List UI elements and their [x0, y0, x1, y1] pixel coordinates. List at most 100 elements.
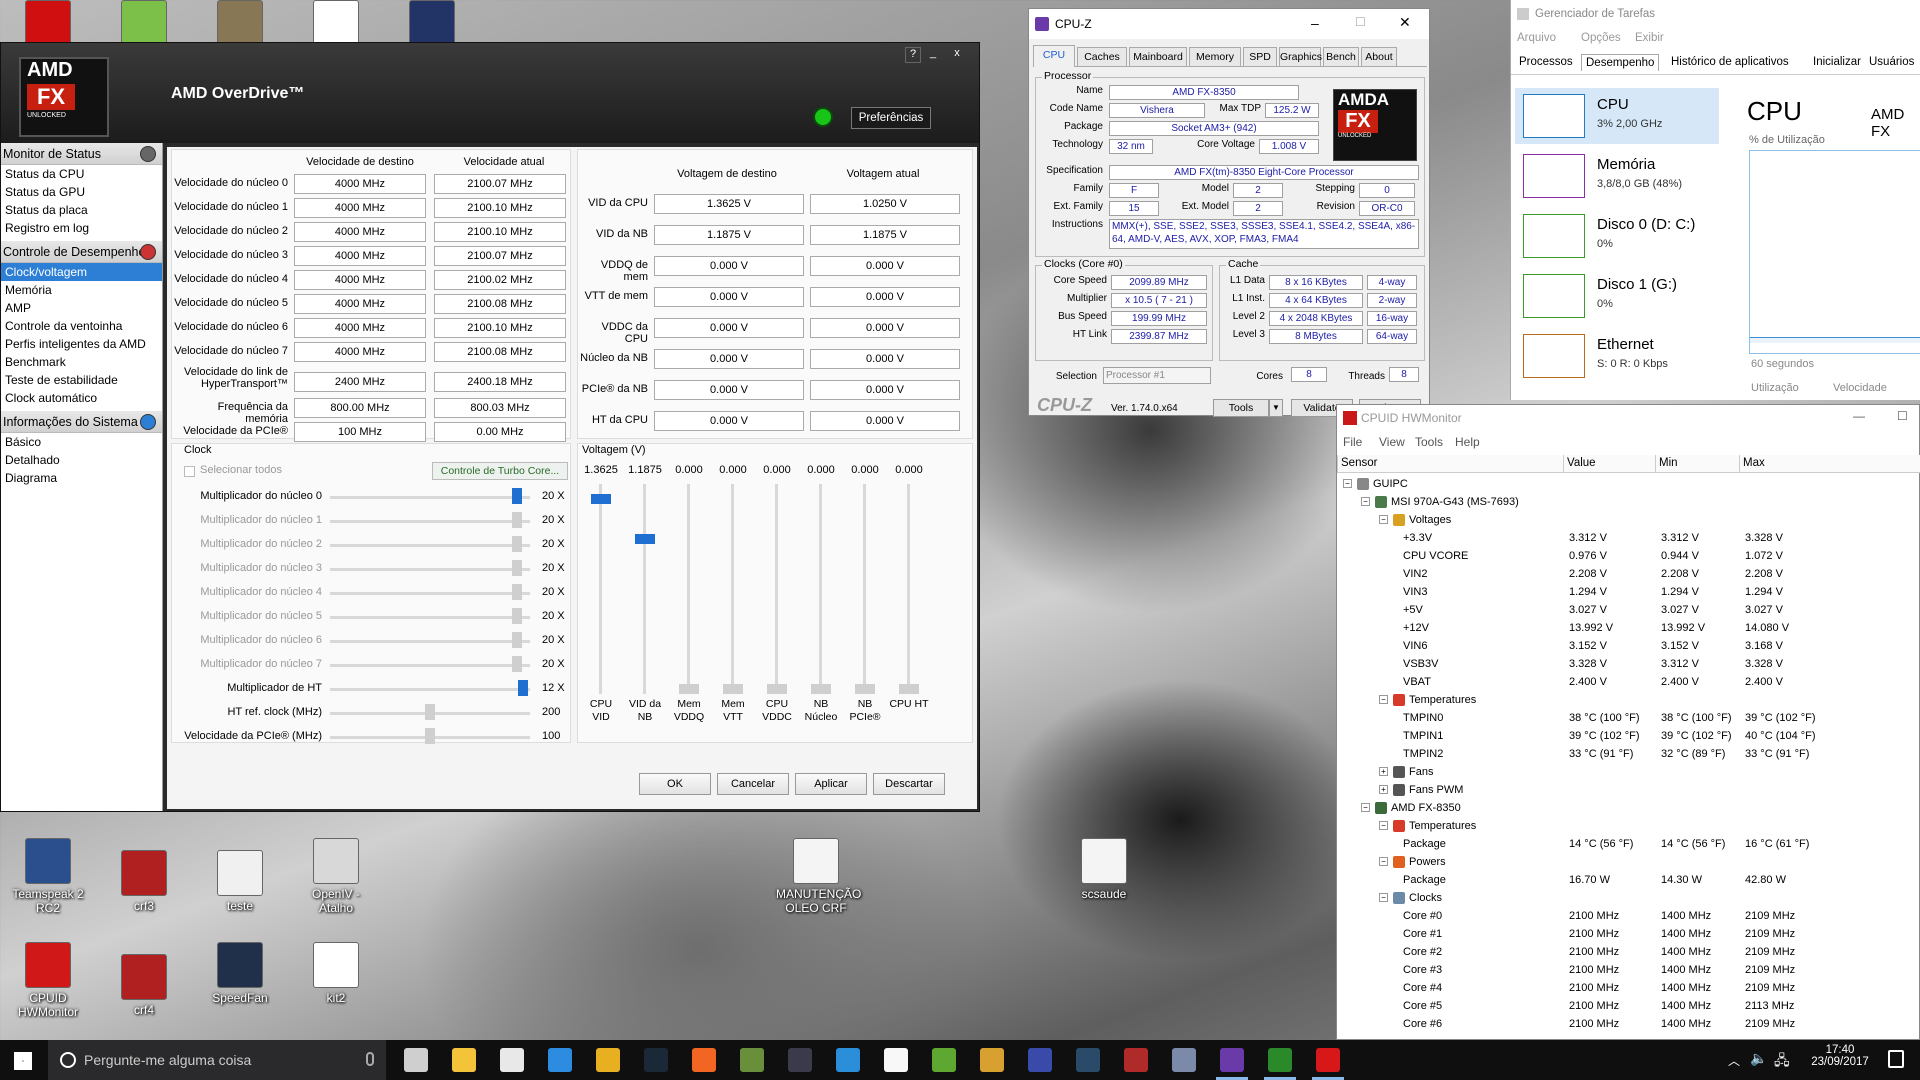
column-header[interactable]: Value: [1567, 457, 1596, 469]
tree-row[interactable]: VIN2 2.208 V 2.208 V 2.208 V: [1337, 565, 1920, 583]
sidebar-item[interactable]: Clock automático: [1, 389, 162, 407]
taskmgr-tab[interactable]: Inicializar: [1809, 54, 1865, 70]
tree-row[interactable]: +12V 13.992 V 13.992 V 14.080 V: [1337, 619, 1920, 637]
microphone-icon[interactable]: [366, 1052, 374, 1066]
taskmgr-menu-item[interactable]: Arquivo: [1517, 32, 1556, 44]
tray-chevron-icon[interactable]: ︿: [1728, 1052, 1740, 1069]
hwmonitor-menu-item[interactable]: Help: [1455, 435, 1480, 449]
tree-row[interactable]: Package 16.70 W 14.30 W 42.80 W: [1337, 871, 1920, 889]
file-explorer-icon[interactable]: [452, 1048, 476, 1072]
voltage-slider-track[interactable]: [863, 484, 866, 694]
taskmgr-tab[interactable]: Usuários: [1865, 54, 1918, 70]
expand-toggle-icon[interactable]: −: [1361, 803, 1370, 812]
voltage-slider-thumb[interactable]: [591, 494, 611, 504]
sidebar-item[interactable]: Status da placa: [1, 201, 162, 219]
speed-target-field[interactable]: 4000 MHz: [294, 342, 426, 362]
desktop-icon[interactable]: teste: [200, 850, 280, 913]
help-button[interactable]: ?: [905, 47, 921, 63]
hwmonitor-menu-item[interactable]: File: [1343, 435, 1362, 449]
close-button[interactable]: x: [949, 47, 965, 63]
voltage-slider-track[interactable]: [775, 484, 778, 694]
taskmgr-resource-item[interactable]: CPU 3% 2,00 GHz: [1515, 88, 1719, 144]
cpuz-tab-about[interactable]: About: [1361, 47, 1397, 67]
voltage-slider-thumb[interactable]: [899, 684, 919, 694]
speed-target-field[interactable]: 2400 MHz: [294, 372, 426, 392]
tree-row[interactable]: TMPIN2 33 °C (91 °F) 32 °C (89 °F) 33 °C (9…: [1337, 745, 1920, 763]
tree-row[interactable]: + Fans PWM: [1337, 781, 1920, 799]
origin-icon[interactable]: [692, 1048, 716, 1072]
voltage-slider-track[interactable]: [599, 484, 602, 694]
voltage-target-field[interactable]: 0.000 V: [654, 256, 804, 276]
network-icon[interactable]: [1172, 1048, 1196, 1072]
clock-slider-track[interactable]: [330, 640, 530, 643]
maximize-button[interactable]: ☐: [1355, 15, 1369, 29]
speed-target-field[interactable]: 4000 MHz: [294, 222, 426, 242]
clock-slider-track[interactable]: [330, 592, 530, 595]
hwmonitor-menu-item[interactable]: View: [1379, 435, 1405, 449]
taskmgr-resource-item[interactable]: Memória 3,8/8,0 GB (48%): [1515, 148, 1719, 204]
desktop-icon[interactable]: SpeedFan: [200, 942, 280, 1005]
clock-slider-thumb[interactable]: [512, 608, 523, 624]
expand-toggle-icon[interactable]: −: [1361, 497, 1370, 506]
voltage-target-field[interactable]: 1.1875 V: [654, 225, 804, 245]
apply-button[interactable]: Aplicar: [795, 773, 867, 795]
volume-icon[interactable]: 🔈: [1750, 1050, 1767, 1067]
desktop-icon[interactable]: Teamspeak 2 RC2: [8, 838, 88, 915]
speed-target-field[interactable]: 4000 MHz: [294, 174, 426, 194]
desktop-icon[interactable]: OpenIV - Atalho: [296, 838, 376, 915]
speed-target-field[interactable]: 100 MHz: [294, 422, 426, 442]
tree-row[interactable]: + Fans: [1337, 763, 1920, 781]
expand-toggle-icon[interactable]: −: [1343, 479, 1352, 488]
voltage-target-field[interactable]: 0.000 V: [654, 349, 804, 369]
clock-slider-thumb[interactable]: [518, 680, 529, 696]
speed-target-field[interactable]: 4000 MHz: [294, 270, 426, 290]
turbo-core-button[interactable]: Controle de Turbo Core...: [432, 462, 568, 480]
processor-select[interactable]: Processor #1: [1103, 367, 1211, 384]
speed-target-field[interactable]: 4000 MHz: [294, 198, 426, 218]
sidebar-item[interactable]: Básico: [1, 433, 162, 451]
clock-slider-thumb[interactable]: [512, 632, 523, 648]
tree-row[interactable]: − GUIPC: [1337, 475, 1920, 493]
plane-icon[interactable]: [836, 1048, 860, 1072]
voltage-target-field[interactable]: 0.000 V: [654, 287, 804, 307]
tools-button[interactable]: Tools: [1213, 399, 1269, 417]
cpuz-tab-spd[interactable]: SPD: [1243, 47, 1277, 67]
taskmgr-tab[interactable]: Desempenho: [1581, 54, 1660, 71]
sidebar-item[interactable]: Teste de estabilidade: [1, 371, 162, 389]
clock-slider-thumb[interactable]: [425, 728, 435, 744]
desktop-icon[interactable]: kit2: [296, 942, 376, 1005]
taskmgr-resource-item[interactable]: Ethernet S: 0 R: 0 Kbps: [1515, 328, 1719, 384]
clock-slider-track[interactable]: [330, 520, 530, 523]
tree-row[interactable]: VBAT 2.400 V 2.400 V 2.400 V: [1337, 673, 1920, 691]
tree-row[interactable]: Core #6 2100 MHz 1400 MHz 2109 MHz: [1337, 1015, 1920, 1033]
minecraft-icon[interactable]: [740, 1048, 764, 1072]
clock[interactable]: 17:40 23/09/2017: [1800, 1044, 1880, 1068]
tree-row[interactable]: Core #1 2100 MHz 1400 MHz 2109 MHz: [1337, 925, 1920, 943]
voltage-target-field[interactable]: 1.3625 V: [654, 194, 804, 214]
minimize-button[interactable]: _: [925, 47, 941, 63]
tree-row[interactable]: TMPIN0 38 °C (100 °F) 38 °C (100 °F) 39 °C …: [1337, 709, 1920, 727]
voltage-target-field[interactable]: 0.000 V: [654, 318, 804, 338]
sidebar-item[interactable]: AMP: [1, 299, 162, 317]
sidebar-item[interactable]: Perfis inteligentes da AMD: [1, 335, 162, 353]
expand-toggle-icon[interactable]: −: [1379, 695, 1388, 704]
maximize-button[interactable]: ☐: [1897, 409, 1908, 423]
clock-slider-thumb[interactable]: [425, 704, 435, 720]
voltage-slider-track[interactable]: [643, 484, 646, 694]
sidebar-item[interactable]: Clock/voltagem: [1, 263, 162, 281]
tree-row[interactable]: − Voltages: [1337, 511, 1920, 529]
voltage-slider-thumb[interactable]: [811, 684, 831, 694]
expand-toggle-icon[interactable]: −: [1379, 893, 1388, 902]
network-tray-icon[interactable]: 🖧: [1774, 1050, 1790, 1074]
speed-target-field[interactable]: 4000 MHz: [294, 318, 426, 338]
tree-row[interactable]: +3.3V 3.312 V 3.312 V 3.328 V: [1337, 529, 1920, 547]
clock-slider-thumb[interactable]: [512, 656, 523, 672]
voltage-slider-thumb[interactable]: [635, 534, 655, 544]
clock-slider-track[interactable]: [330, 688, 530, 691]
truck-icon[interactable]: [1124, 1048, 1148, 1072]
clock-slider-thumb[interactable]: [512, 488, 523, 504]
search-box[interactable]: Pergunte-me alguma coisa: [48, 1040, 386, 1080]
column-header[interactable]: Max: [1743, 457, 1765, 469]
clock-slider-thumb[interactable]: [512, 560, 523, 576]
notifications-icon[interactable]: [1888, 1050, 1904, 1068]
